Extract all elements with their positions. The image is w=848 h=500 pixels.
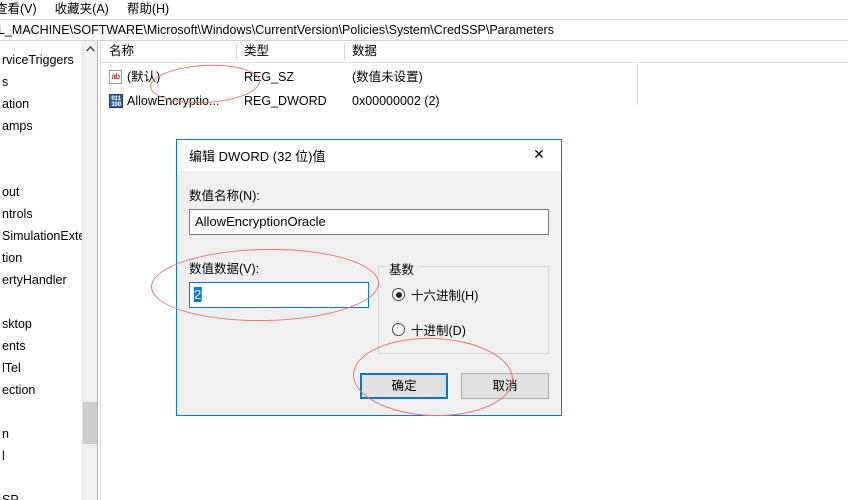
registry-path-text: L_MACHINE\SOFTWARE\Microsoft\Windows\Cur… — [0, 23, 554, 37]
value-name-cell: (默认) — [127, 70, 161, 84]
tree-item[interactable]: ents — [0, 337, 26, 355]
registry-tree-pane[interactable]: rviceTriggers s ation amps out ntrols Simulati… — [0, 41, 82, 500]
menu-item-view[interactable]: 查看(V) — [0, 0, 46, 19]
value-data-cell: 0x00000002 (2) — [352, 94, 440, 108]
cancel-button[interactable]: 取消 — [461, 373, 549, 399]
value-data-cell: (数值未设置) — [352, 70, 423, 84]
value-data-label: 数值数据(V): — [189, 262, 260, 276]
dialog-body: 数值名称(N): AllowEncryptionOracle 数值数据(V): … — [177, 171, 561, 415]
menu-item-help[interactable]: 帮助(H) — [118, 0, 178, 19]
ok-button[interactable]: 确定 — [360, 373, 448, 399]
base-group-label: 基数 — [386, 259, 418, 278]
tree-item-label: rviceTriggers — [2, 53, 74, 67]
scrollbar-thumb[interactable] — [83, 402, 98, 444]
tree-item-label: n — [2, 427, 9, 441]
tree-item-label: ection — [2, 383, 36, 397]
tree-item[interactable]: ection — [0, 381, 35, 399]
base-group-box — [378, 266, 549, 354]
value-name-label: 数值名称(N): — [189, 189, 260, 203]
value-name-input[interactable]: AllowEncryptionOracle — [189, 209, 549, 235]
value-data-selected-text: 2 — [194, 287, 202, 302]
tree-item[interactable]: rviceTriggers — [0, 51, 74, 69]
tree-vertical-scrollbar[interactable] — [82, 41, 98, 500]
tree-item[interactable]: SP — [0, 491, 19, 500]
tree-item[interactable]: tion — [0, 249, 22, 267]
tree-item[interactable]: l — [0, 447, 5, 465]
tree-item[interactable]: amps — [0, 117, 33, 135]
tree-item-label: amps — [2, 119, 33, 133]
tree-item[interactable]: lTel — [0, 359, 21, 377]
close-icon[interactable]: ✕ — [517, 140, 561, 170]
tree-item-label: tion — [2, 251, 23, 265]
tree-item-label: SimulationExter — [2, 229, 82, 243]
text-caret — [201, 287, 203, 301]
tree-item-label: out — [2, 185, 20, 199]
tree-item[interactable]: ation — [0, 95, 29, 113]
table-row[interactable]: ab (默认) REG_SZ (数值未设置) — [101, 66, 848, 88]
tree-item[interactable]: n — [0, 425, 9, 443]
radio-decimal[interactable]: 十进制(D) — [392, 320, 466, 339]
registry-editor-window: 查看(V) 收藏夹(A) 帮助(H) L_MACHINE\SOFTWARE\Mi… — [0, 0, 848, 500]
table-row[interactable]: 011 100 AllowEncryptio... REG_DWORD 0x000… — [101, 90, 848, 112]
tree-item-label: ntrols — [2, 207, 33, 221]
tree-item-label: ertyHandler — [2, 273, 67, 287]
tree-item-label: SP — [2, 493, 19, 500]
tree-item-label: l — [2, 449, 5, 463]
reg-dword-icon: 011 100 — [109, 94, 123, 108]
tree-item-label: ents — [2, 339, 26, 353]
column-header-name[interactable]: 名称 — [101, 41, 236, 62]
tree-item-label: sktop — [2, 317, 32, 331]
value-name-cell: AllowEncryptio... — [127, 94, 220, 108]
tree-item[interactable]: ntrols — [0, 205, 33, 223]
scroll-up-icon[interactable] — [83, 41, 98, 57]
menu-bar: 查看(V) 收藏夹(A) 帮助(H) — [0, 0, 848, 20]
tree-item-label: lTel — [2, 361, 21, 375]
list-column-header: 名称 类型 数据 — [101, 41, 848, 63]
radio-hexadecimal-label: 十六进制(H) — [411, 289, 479, 303]
dialog-title-bar[interactable]: 编辑 DWORD (32 位)值 ✕ — [177, 140, 561, 171]
reg-sz-icon: ab — [109, 70, 122, 84]
dialog-title: 编辑 DWORD (32 位)值 — [189, 149, 326, 164]
address-bar[interactable]: L_MACHINE\SOFTWARE\Microsoft\Windows\Cur… — [0, 20, 848, 41]
tree-item-label: ation — [2, 97, 30, 111]
tree-item[interactable]: ertyHandler — [0, 271, 67, 289]
column-header-type[interactable]: 类型 — [236, 41, 344, 62]
value-type-cell: REG_DWORD — [244, 94, 327, 108]
value-data-input[interactable]: 2 — [189, 282, 369, 308]
value-type-cell: REG_SZ — [244, 70, 295, 84]
column-header-data[interactable]: 数据 — [344, 41, 637, 62]
radio-decimal-label: 十进制(D) — [411, 324, 466, 338]
radio-button-icon[interactable] — [392, 323, 405, 336]
tree-item[interactable]: out — [0, 183, 19, 201]
tree-item[interactable]: SimulationExter — [0, 227, 82, 245]
tree-item[interactable]: sktop — [0, 315, 32, 333]
tree-item-label: s — [2, 75, 9, 89]
menu-item-favorites[interactable]: 收藏夹(A) — [46, 0, 118, 19]
radio-hexadecimal[interactable]: 十六进制(H) — [392, 285, 478, 304]
radio-button-icon[interactable] — [392, 288, 405, 301]
edit-dword-dialog: 编辑 DWORD (32 位)值 ✕ 数值名称(N): AllowEncrypt… — [176, 139, 562, 416]
tree-item[interactable]: s — [0, 73, 8, 91]
